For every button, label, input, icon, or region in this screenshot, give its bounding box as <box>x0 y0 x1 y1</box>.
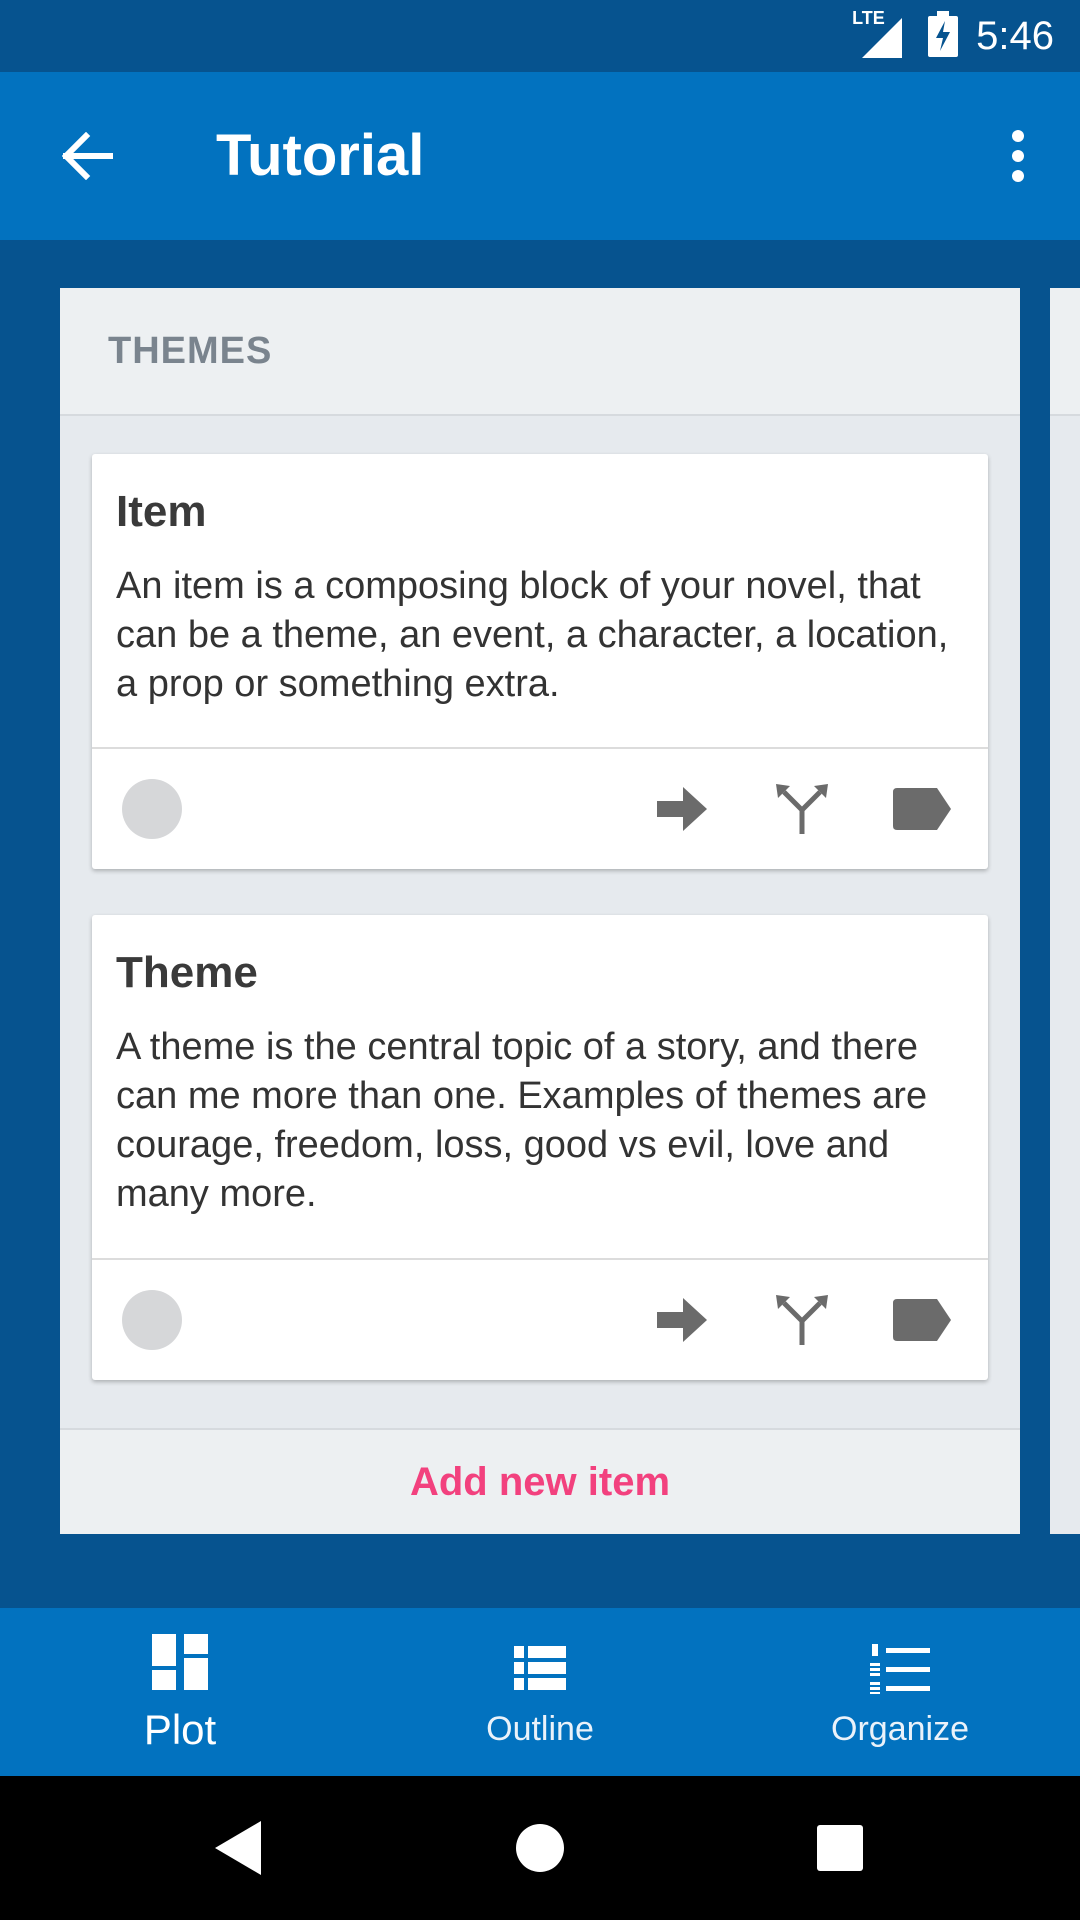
tag-button[interactable] <box>892 1290 952 1350</box>
nav-label-organize: Organize <box>831 1710 969 1748</box>
bottom-navigation: Plot Outline Organize <box>0 1608 1080 1776</box>
card-title: Theme <box>116 948 258 997</box>
tag-icon <box>893 1299 951 1341</box>
link-button[interactable] <box>772 1290 832 1350</box>
app-bar: Tutorial <box>0 72 1080 240</box>
theme-card[interactable]: Theme A theme is the central topic of a … <box>92 915 988 1380</box>
fork-icon <box>776 1295 828 1345</box>
tag-button[interactable] <box>892 779 952 839</box>
tag-icon <box>893 788 951 830</box>
themes-column: THEMES Item An item is a composing block… <box>60 288 1020 1534</box>
link-button[interactable] <box>772 779 832 839</box>
color-indicator[interactable] <box>122 779 182 839</box>
overflow-menu-button[interactable] <box>978 116 1058 196</box>
arrow-back-icon <box>62 132 113 180</box>
battery-charging-icon <box>928 10 959 62</box>
item-card[interactable]: Item An item is a composing block of you… <box>92 454 988 869</box>
system-recents-button[interactable] <box>810 1818 870 1878</box>
nav-item-outline[interactable]: Outline <box>360 1608 720 1776</box>
list-icon <box>514 1646 566 1695</box>
system-home-button[interactable] <box>510 1818 570 1878</box>
next-column-edge[interactable] <box>1050 288 1080 1534</box>
add-new-item-label: Add new item <box>409 1459 671 1504</box>
nav-label-plot: Plot <box>143 1706 217 1753</box>
add-new-item-button[interactable]: Add new item <box>60 1428 1020 1534</box>
more-vertical-icon <box>1012 130 1024 182</box>
plot-grid-icon <box>152 1634 208 1695</box>
nav-item-organize[interactable]: Organize <box>720 1608 1080 1776</box>
back-button[interactable] <box>48 116 128 196</box>
system-navigation-bar <box>0 1776 1080 1920</box>
arrow-right-icon <box>657 1298 707 1342</box>
nav-label-outline: Outline <box>486 1710 594 1748</box>
clock: 5:46 <box>976 13 1054 58</box>
lte-signal-icon: LTE <box>852 8 910 58</box>
next-column-header <box>1050 288 1080 416</box>
move-button[interactable] <box>652 779 712 839</box>
system-back-button[interactable] <box>210 1818 270 1878</box>
nav-item-plot[interactable]: Plot <box>0 1608 360 1776</box>
card-title: Item <box>116 487 207 536</box>
color-indicator[interactable] <box>122 1290 182 1350</box>
square-recents-icon <box>817 1825 863 1871</box>
page-title: Tutorial <box>216 123 425 188</box>
arrow-right-icon <box>657 787 707 831</box>
card-description: A theme is the central topic of a story,… <box>116 1026 928 1215</box>
fork-icon <box>776 784 828 834</box>
card-footer <box>92 1258 988 1380</box>
column-title: THEMES <box>108 329 273 372</box>
triangle-back-icon <box>215 1821 261 1875</box>
column-header: THEMES <box>60 288 1020 416</box>
card-description: An item is a composing block of your nov… <box>116 565 949 705</box>
numbered-list-icon <box>870 1644 930 1699</box>
card-footer <box>92 747 988 869</box>
move-button[interactable] <box>652 1290 712 1350</box>
status-bar: LTE 5:46 <box>0 0 1080 72</box>
circle-home-icon <box>516 1824 564 1872</box>
